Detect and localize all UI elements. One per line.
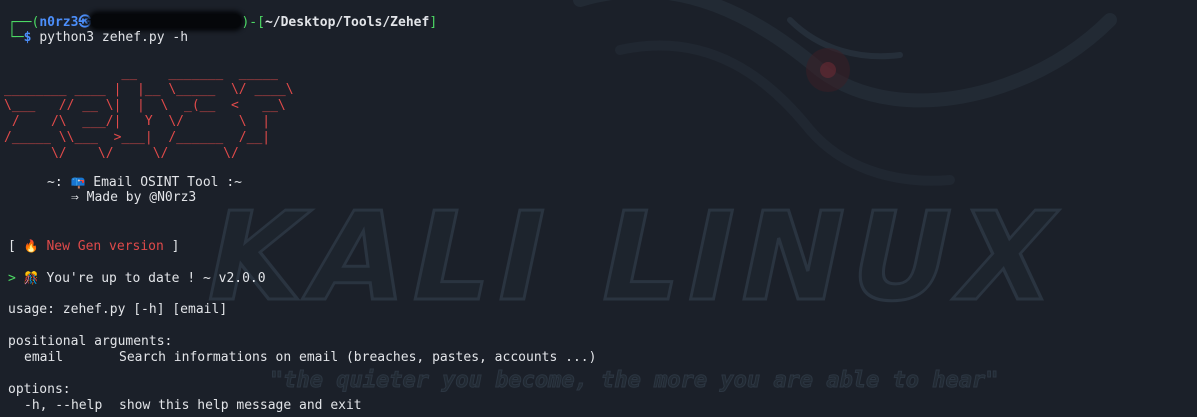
usage-line: usage: zehef.py [-h] [email] [8,302,228,317]
terminal-window[interactable]: KALI LINUX "the quieter you become, the … [0,0,1197,417]
prompt-at-symbol: ㉿ [78,15,92,30]
party-icon: 🎊 [23,271,39,285]
option-description: show this help message and exit [119,398,362,413]
option-name: -h, --help [24,398,103,413]
wallpaper-title: KALI LINUX [191,185,1077,330]
version-bracket-open: [ [8,239,16,254]
prompt-corner-bottom: └─ [8,30,24,45]
wallpaper-motto: "the quieter you become, the more you ar… [269,368,999,394]
made-by-text: Made by @N0rz3 [86,190,197,205]
update-status-text: You're up to date ! ~ v2.0.0 [46,271,266,286]
tagline-prefix: ~: [47,175,63,190]
kali-dragon-watermark [573,0,1117,186]
positional-arg-description: Search informations on email (breaches, … [119,350,597,365]
prompt-user: n0rz3 [39,15,79,30]
options-header: options: [8,382,71,397]
command-text: python3 zehef.py -h [39,30,189,45]
version-bracket-close: ] [171,239,180,254]
zehef-ascii-logo: __ _______ _____ ________ ____ | |__ \__… [4,66,294,161]
update-status: > 🎊 You're up to date ! ~ v2.0.0 [8,270,266,286]
redacted-hostname [91,14,242,28]
tagline-text: Email OSINT Tool :~ [93,175,242,190]
fire-icon: 🔥 [23,239,39,253]
made-by-line: ⇒ Made by @N0rz3 [71,190,196,206]
positional-arg-name: email [24,350,64,365]
status-prompt: > [8,271,16,286]
prompt-bracket-close: ] [429,15,438,30]
prompt-separator: )-[ [241,15,265,30]
prompt-path: ~/Desktop/Tools/Zehef [264,15,430,30]
version-tag: [ 🔥 New Gen version ] [8,238,180,254]
version-tag-text: New Gen version [46,239,164,254]
tagline: ~: 📪 Email OSINT Tool :~ [47,174,242,190]
prompt-dollar: $ [23,30,40,45]
envelope-icon: 📪 [70,175,86,189]
made-by-arrow: ⇒ [71,190,79,205]
prompt-corner-top: ┌──( [8,15,40,30]
prompt-header: ┌──(n0rz3㉿ )-[~/Desktop/Tools/Zehef] [8,14,437,30]
command-line: └─$ python3 zehef.py -h [8,30,188,46]
positional-header: positional arguments: [8,334,173,349]
